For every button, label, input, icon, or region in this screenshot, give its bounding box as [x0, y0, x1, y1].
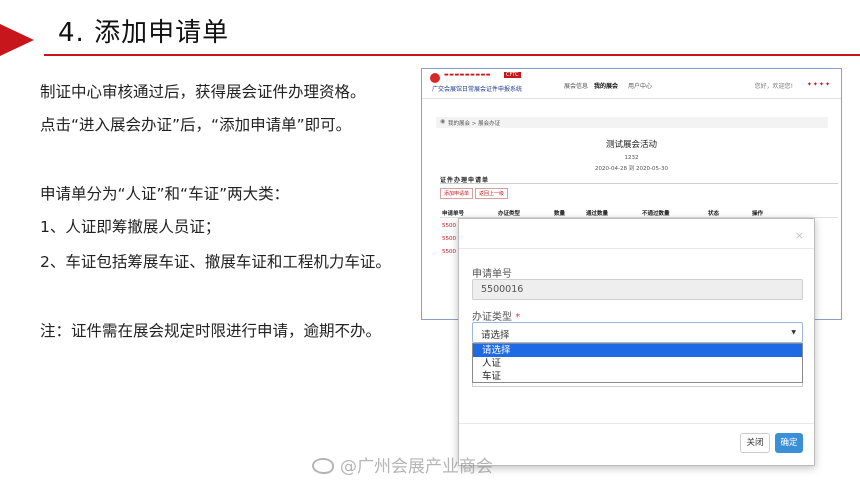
option-please-select[interactable]: 请选择	[473, 344, 802, 357]
option-person-pass[interactable]: 人证	[473, 357, 802, 370]
nav-my-fairs[interactable]: 我的展会	[594, 81, 618, 90]
body-line-4: 1、人证即筹撤展人员证；	[40, 218, 221, 236]
table-row[interactable]: 5500	[442, 236, 456, 242]
system-header: ▬▬▬▬▬▬▬▬▬ CFTC 广交会展馆日常展会证件申报系统 展会信息 我的展会…	[422, 69, 841, 99]
table-row[interactable]: 5500	[442, 249, 456, 255]
cert-type-dropdown: 请选择 人证 车证	[472, 343, 803, 383]
logo-badge: CFTC	[504, 72, 521, 78]
col-type: 办证类型	[498, 211, 521, 217]
event-code: 1232	[624, 155, 639, 161]
logo-chinese-wordmark: ▬▬▬▬▬▬▬▬▬	[444, 72, 492, 78]
col-actions: 操作	[752, 211, 764, 217]
breadcrumb-text: 我的展会 > 展会办证	[448, 121, 501, 127]
body-line-6: 注：证件需在展会规定时限进行申请，逾期不办。	[40, 322, 382, 340]
fair-logo-icon	[430, 73, 440, 83]
body-line-5: 2、车证包括筹展车证、撤展车证和工程机力车证。	[40, 253, 391, 271]
cert-type-selected: 请选择	[481, 330, 510, 341]
add-application-modal: × 申请单号 5500016 办证类型 * 请选择 ▼ 2020-05-27 1…	[458, 218, 815, 466]
section-divider	[440, 183, 838, 184]
location-pin-icon: ◉	[440, 118, 446, 125]
watermark: @广州会展产业商会	[312, 452, 493, 477]
title-divider	[44, 54, 860, 56]
watermark-text: @广州会展产业商会	[340, 457, 493, 477]
breadcrumb: ◉ 我的展会 > 展会办证	[436, 117, 828, 128]
body-line-2: 点击“进入展会办证”后，“添加申请单”即可。	[40, 116, 352, 134]
order-no-field: 5500016	[472, 279, 803, 300]
add-application-button[interactable]: 添加申请单	[440, 188, 474, 199]
cert-type-label: 办证类型 *	[472, 308, 520, 323]
close-icon[interactable]: ×	[795, 229, 804, 242]
col-fail-qty: 不通过数量	[642, 211, 670, 217]
header-links-icon[interactable]: ✦✦✦✦	[807, 81, 831, 88]
modal-footer-divider	[459, 423, 814, 424]
option-vehicle-pass[interactable]: 车证	[473, 370, 802, 383]
table-row[interactable]: 5500	[442, 223, 456, 229]
system-name: 广交会展馆日常展会证件申报系统	[432, 86, 523, 93]
modal-header-divider	[459, 248, 814, 249]
weibo-icon	[312, 458, 334, 474]
cert-type-select[interactable]: 请选择 ▼	[472, 322, 803, 343]
close-button[interactable]: 关闭	[740, 433, 770, 453]
order-no-label: 申请单号	[472, 269, 512, 280]
event-title: 测试展会活动	[605, 140, 657, 150]
confirm-button[interactable]: 确定	[775, 433, 803, 453]
event-dates: 2020-04-28 到 2020-05-30	[595, 166, 668, 172]
col-status: 状态	[708, 211, 720, 217]
user-greeting: 您好，欢迎您!	[754, 83, 793, 90]
body-line-1: 制证中心审核通过后，获得展会证件办理资格。	[40, 83, 366, 101]
col-qty: 数量	[554, 211, 566, 217]
nav-fair-info[interactable]: 展会信息	[564, 81, 588, 90]
title-accent-triangle	[0, 24, 34, 56]
col-pass-qty: 通过数量	[586, 211, 609, 217]
body-line-3: 申请单分为“人证”和“车证”两大类：	[40, 185, 290, 203]
chevron-down-icon: ▼	[791, 329, 796, 336]
back-button[interactable]: 返回上一级	[475, 188, 509, 199]
col-order-no: 申请单号	[442, 211, 465, 217]
nav-user-center[interactable]: 用户中心	[628, 81, 652, 90]
slide-title: 4. 添加申请单	[58, 18, 230, 48]
